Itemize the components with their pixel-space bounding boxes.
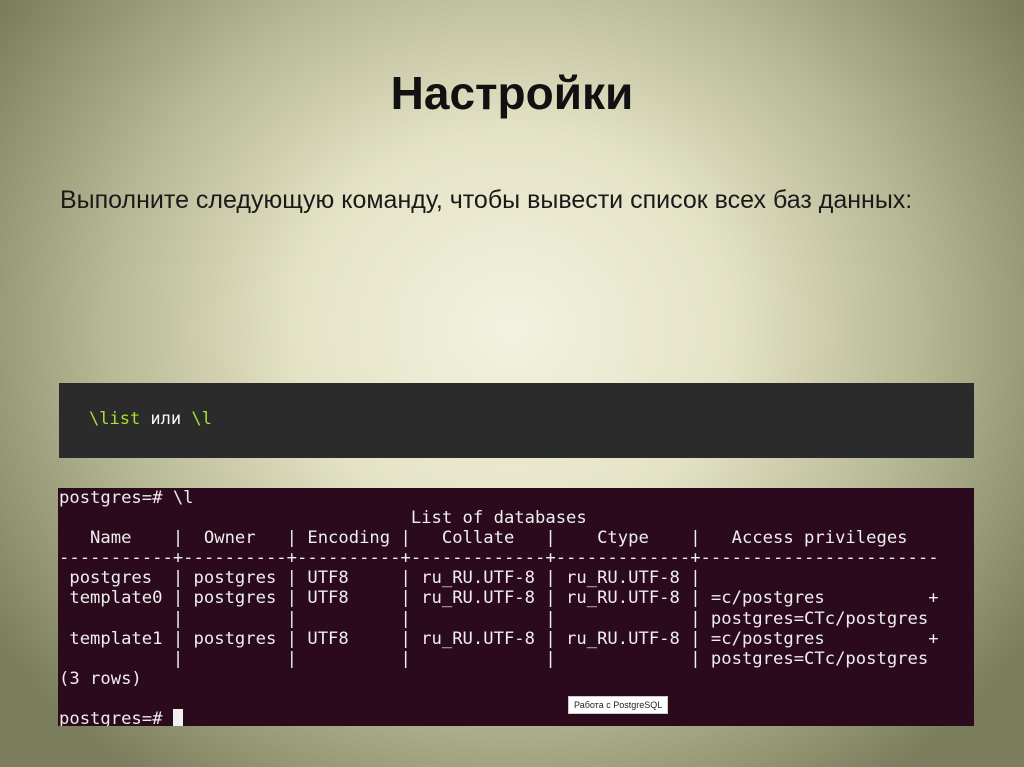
- tooltip: Работа с PostgreSQL: [568, 696, 669, 714]
- terminal-prompt: postgres=#: [59, 709, 173, 726]
- terminal-line: postgres=# \l: [59, 488, 194, 508]
- terminal-line: postgres | postgres | UTF8 | ru_RU.UTF-8…: [59, 568, 701, 589]
- terminal-line: Name | Owner | Encoding | Collate | Ctyp…: [59, 528, 908, 549]
- cursor: [172, 709, 183, 726]
- code-line: \list или \l: [89, 409, 212, 429]
- terminal-output: postgres=# \l List of databases Name | O…: [59, 488, 939, 726]
- terminal-line: (3 rows): [59, 668, 142, 689]
- terminal-line: | | | | | postgres=CTc/postgres: [59, 648, 929, 669]
- code-block: \list или \l: [59, 383, 974, 458]
- terminal-line: template0 | postgres | UTF8 | ru_RU.UTF-…: [59, 588, 939, 609]
- terminal-line: | | | | | postgres=CTc/postgres: [59, 608, 929, 629]
- slide-title: Настройки: [390, 67, 634, 119]
- command-list: \list: [89, 409, 141, 429]
- or-text: или: [140, 409, 192, 429]
- command-l: \l: [191, 409, 212, 429]
- terminal-line: List of databases: [59, 508, 587, 529]
- terminal-prompt-line: postgres=#: [59, 709, 939, 726]
- terminal-line: -----------+----------+----------+------…: [59, 548, 939, 569]
- terminal-screenshot: postgres=# \l List of databases Name | O…: [58, 488, 974, 726]
- terminal-line: template1 | postgres | UTF8 | ru_RU.UTF-…: [59, 628, 939, 649]
- slide-subtitle: Выполните следующую команду, чтобы вывес…: [60, 186, 913, 214]
